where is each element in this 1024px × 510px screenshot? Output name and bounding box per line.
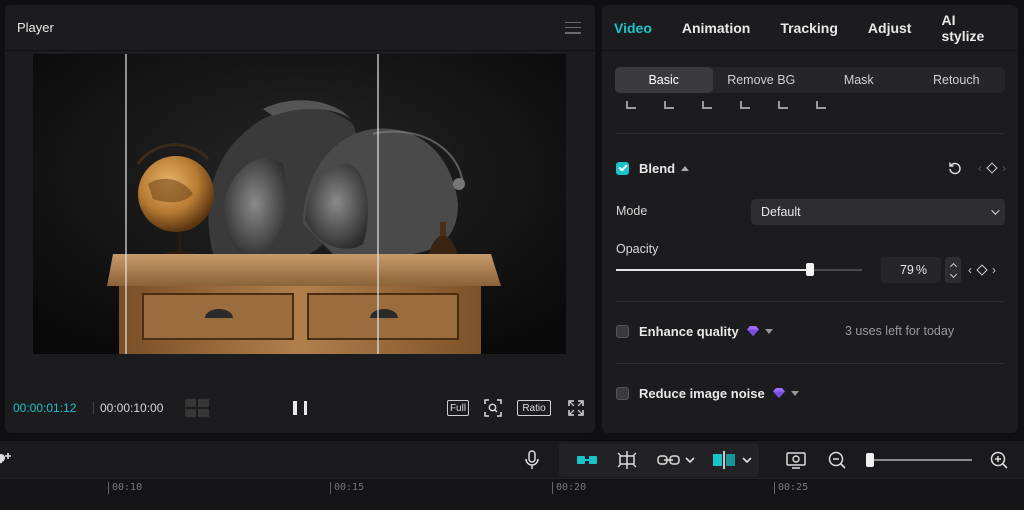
reset-icon[interactable]: [948, 161, 962, 175]
zoom-in-icon[interactable]: [990, 450, 1008, 470]
keyframe-diamond-icon[interactable]: [976, 264, 988, 276]
slider-fill: [616, 269, 811, 271]
preview-image: [33, 54, 566, 354]
preview-zoom-icon[interactable]: [785, 450, 807, 470]
align-center-v-icon[interactable]: [778, 101, 788, 109]
subtab-basic[interactable]: Basic: [615, 67, 713, 93]
subtab-remove-bg[interactable]: Remove BG: [713, 67, 811, 93]
blend-checkbox[interactable]: [616, 161, 629, 175]
prev-keyframe-icon[interactable]: ‹: [978, 161, 982, 175]
opacity-input[interactable]: 79 %: [881, 257, 941, 283]
timeline-toolbar: [0, 440, 1024, 478]
align-center-h-icon[interactable]: [664, 101, 674, 109]
microphone-icon[interactable]: [524, 450, 540, 470]
slider-thumb[interactable]: [806, 263, 815, 276]
ruler-line: [0, 478, 1024, 479]
timeline-ruler[interactable]: 00:10 00:15 00:20 00:25: [0, 478, 1024, 510]
opacity-stepper[interactable]: [945, 257, 961, 283]
opacity-label: Opacity: [616, 242, 659, 256]
fullscreen-icon[interactable]: [568, 400, 584, 416]
player-panel: Player 00:00:01:12 00:00:10:00 Full Rati…: [5, 5, 595, 433]
add-track-icon[interactable]: [0, 450, 12, 470]
subtab-mask[interactable]: Mask: [810, 67, 908, 93]
tab-video[interactable]: Video: [614, 20, 652, 36]
time-separator: [93, 402, 94, 414]
zoom-fit-icon[interactable]: [484, 399, 502, 417]
uses-left-text: 3 uses left for today: [845, 324, 955, 338]
prev-keyframe-icon[interactable]: ‹: [968, 263, 972, 277]
chevron-down-icon: [991, 206, 1000, 215]
pause-button[interactable]: [293, 401, 307, 415]
premium-gem-icon: [772, 388, 785, 398]
preview-axis-icon[interactable]: [711, 450, 755, 470]
full-quality-button[interactable]: Full: [447, 400, 469, 416]
subtab-retouch[interactable]: Retouch: [908, 67, 1006, 93]
divider: [616, 301, 1004, 302]
properties-panel: Video Animation Tracking Adjust AI styli…: [602, 5, 1018, 433]
expand-caret-icon[interactable]: [790, 390, 799, 396]
align-top-icon[interactable]: [740, 101, 750, 109]
tab-tracking[interactable]: Tracking: [780, 20, 838, 36]
align-right-icon[interactable]: [702, 101, 712, 109]
zoom-out-icon[interactable]: [828, 450, 846, 470]
opacity-value: 79: [899, 263, 914, 277]
divider: [616, 133, 1004, 134]
mode-label: Mode: [616, 204, 648, 218]
ruler-tick-label: 00:25: [774, 482, 808, 494]
player-title: Player: [17, 20, 54, 35]
align-bottom-icon[interactable]: [816, 101, 826, 109]
align-buttons: [616, 101, 946, 115]
current-time: 00:00:01:12: [13, 401, 77, 415]
premium-gem-icon: [746, 326, 759, 336]
zoom-slider-track[interactable]: [868, 459, 972, 461]
divider: [616, 363, 1004, 364]
keyframe-diamond-icon[interactable]: [986, 162, 998, 174]
ruler-tick-label: 00:10: [108, 482, 142, 494]
auto-snap-icon[interactable]: [616, 450, 638, 470]
opacity-unit: %: [915, 263, 927, 277]
enhance-quality-row: Enhance quality 3 uses left for today: [616, 321, 1006, 341]
enhance-quality-checkbox[interactable]: [616, 324, 629, 338]
main-track-magnet-icon[interactable]: [574, 450, 600, 470]
ruler-tick-label: 00:15: [330, 482, 364, 494]
blend-section-header: Blend ‹ ›: [616, 158, 1006, 178]
blend-label: Blend: [639, 160, 676, 176]
ratio-button[interactable]: Ratio: [517, 400, 551, 416]
total-time: 00:00:10:00: [100, 401, 164, 415]
video-editor: Player 00:00:01:12 00:00:10:00 Full Rati…: [0, 0, 1024, 510]
tab-ai-stylize[interactable]: AI stylize: [941, 12, 988, 44]
enhance-quality-label: Enhance quality: [639, 323, 739, 339]
subtabs: Basic Remove BG Mask Retouch: [615, 67, 1005, 93]
zoom-slider-thumb[interactable]: [866, 453, 874, 467]
next-keyframe-icon[interactable]: ›: [992, 263, 996, 277]
collapse-caret-icon[interactable]: [681, 165, 690, 171]
player-header: Player: [5, 5, 595, 51]
align-left-icon[interactable]: [626, 101, 636, 109]
blend-mode-select[interactable]: Default: [751, 199, 1005, 225]
timecode-grid-icon: [185, 399, 209, 417]
property-tabs: Video Animation Tracking Adjust AI styli…: [602, 5, 1018, 51]
next-keyframe-icon[interactable]: ›: [1002, 161, 1006, 175]
tab-adjust[interactable]: Adjust: [868, 20, 912, 36]
reduce-noise-checkbox[interactable]: [616, 386, 629, 400]
player-controls: 00:00:01:12 00:00:10:00 Full Ratio: [5, 395, 595, 421]
opacity-slider[interactable]: [616, 263, 862, 276]
blend-keyframe-controls: ‹ ›: [948, 161, 1006, 175]
ruler-tick-label: 00:20: [552, 482, 586, 494]
tab-animation[interactable]: Animation: [682, 20, 750, 36]
expand-caret-icon[interactable]: [764, 328, 773, 334]
reduce-noise-row: Reduce image noise: [616, 383, 1006, 403]
blend-mode-value: Default: [761, 205, 801, 219]
opacity-keyframe-controls: ‹ ›: [968, 263, 996, 277]
menu-icon[interactable]: [565, 21, 581, 34]
reduce-noise-label: Reduce image noise: [639, 385, 765, 401]
video-preview[interactable]: [33, 54, 566, 354]
link-clips-icon[interactable]: [656, 450, 696, 470]
